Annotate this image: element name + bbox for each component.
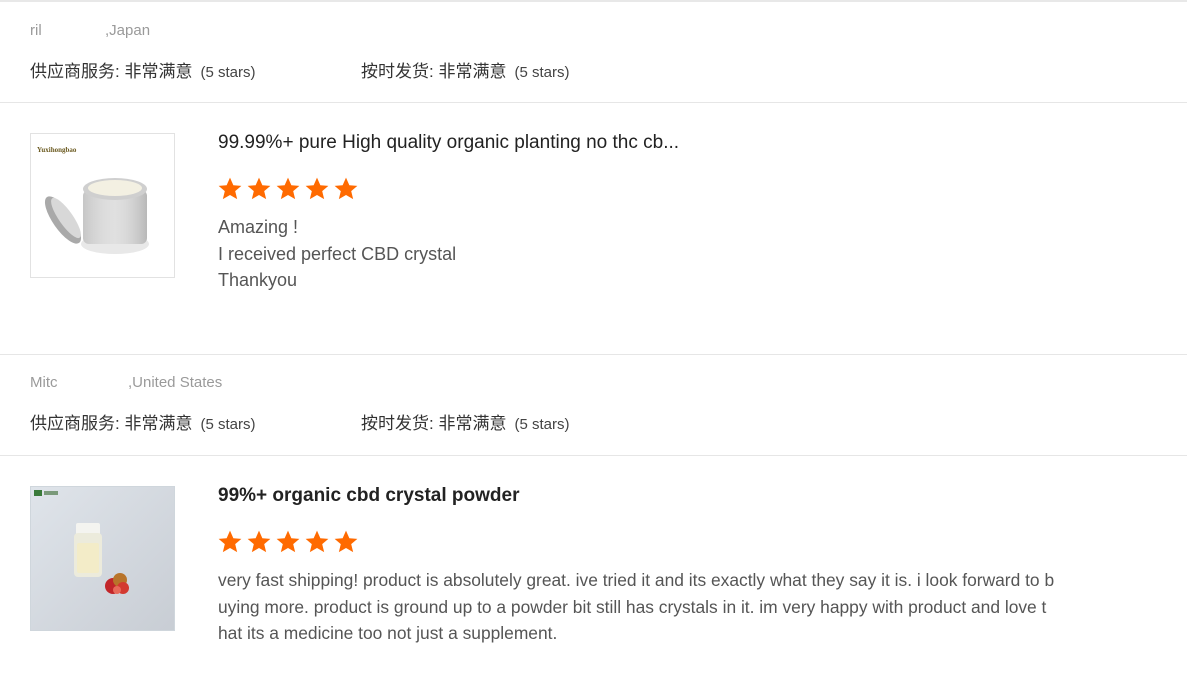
star-icon — [218, 530, 242, 553]
ship-on-time-stars-text: (5 stars) — [514, 64, 570, 81]
buyer-country: ,United States — [128, 374, 223, 391]
product-thumbnail[interactable] — [30, 486, 175, 631]
supplier-service-rating: 供应商服务: 非常满意 (5 stars) — [30, 57, 255, 82]
star-icon — [305, 177, 329, 200]
supplier-service-stars-text: (5 stars) — [200, 416, 256, 433]
buyer-name: Mitc — [30, 374, 58, 391]
star-icon — [334, 530, 358, 553]
supplier-service-rating: 供应商服务: 非常满意 (5 stars) — [30, 409, 255, 434]
vial-image — [31, 487, 174, 630]
divider — [0, 455, 1187, 456]
review-text-line: very fast shipping! product is absolutel… — [218, 570, 1055, 590]
review-rating-stars — [217, 176, 359, 202]
buyer-country: ,Japan — [105, 22, 151, 39]
divider — [0, 354, 1187, 355]
review-text-line: I received perfect CBD crystal — [218, 243, 457, 264]
ship-on-time-label: 按时发货: 非常满意 — [361, 414, 507, 433]
buyer-name: ril — [30, 22, 42, 39]
review-body: Amazing ! I received perfect CBD crystal… — [218, 214, 456, 294]
divider — [0, 102, 1187, 103]
star-icon — [334, 177, 358, 200]
star-icon — [247, 530, 271, 553]
ship-on-time-label: 按时发货: 非常满意 — [361, 62, 507, 81]
buyer-info: ril ,Japan — [30, 22, 150, 39]
product-thumbnail[interactable]: Yuxihongbao — [30, 133, 175, 278]
ship-on-time-rating: 按时发货: 非常满意 (5 stars) — [361, 57, 569, 82]
star-icon — [276, 530, 300, 553]
thumbnail-caption: Yuxihongbao — [37, 146, 77, 154]
review-text-line: Amazing ! — [218, 217, 299, 237]
jar-image: Yuxihongbao — [37, 146, 149, 254]
product-title-link[interactable]: 99.99%+ pure High quality organic planti… — [218, 132, 679, 154]
top-border — [0, 0, 1187, 2]
supplier-service-label: 供应商服务: 非常满意 — [30, 62, 193, 81]
star-icon — [218, 177, 242, 200]
review-body: very fast shipping! product is absolutel… — [218, 567, 1054, 647]
review-text-line: hat its a medicine too not just a supple… — [218, 623, 558, 643]
ship-on-time-stars-text: (5 stars) — [514, 416, 570, 433]
ship-on-time-rating: 按时发货: 非常满意 (5 stars) — [361, 409, 569, 434]
review-text-line: Thankyou — [218, 270, 298, 290]
star-icon — [276, 177, 300, 200]
review-text-line: uying more. product is ground up to a po… — [218, 596, 1047, 617]
review-rating-stars — [217, 529, 359, 555]
supplier-service-stars-text: (5 stars) — [200, 64, 256, 81]
buyer-info: Mitc ,United States — [30, 374, 222, 391]
product-title-link[interactable]: 99%+ organic cbd crystal powder — [218, 485, 519, 507]
star-icon — [305, 530, 329, 553]
supplier-service-label: 供应商服务: 非常满意 — [30, 414, 193, 433]
star-icon — [247, 177, 271, 200]
